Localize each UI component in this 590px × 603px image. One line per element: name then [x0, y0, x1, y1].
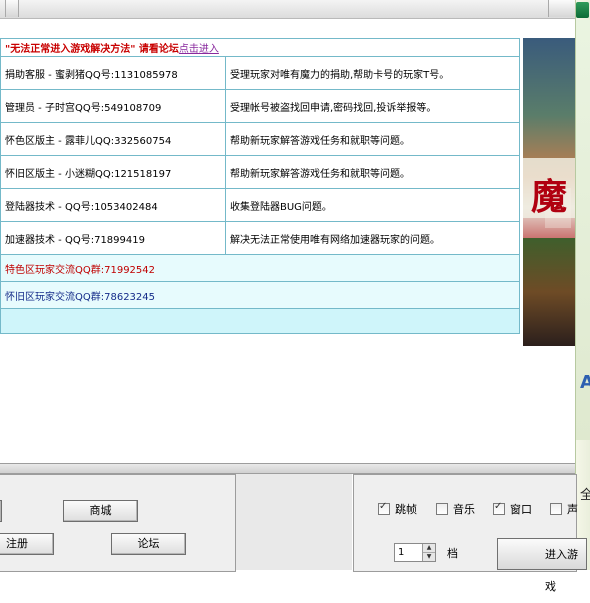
table-row: 怀色区版主 - 露菲儿QQ:332560754 帮助新玩家解答游戏任务和就职等问… — [0, 122, 520, 156]
checkbox-icon[interactable] — [378, 501, 390, 515]
spinner-arrows[interactable]: ▲ ▼ — [422, 544, 435, 561]
contact-desc: 受理帐号被盗找回申请,密码找回,投诉举报等。 — [225, 89, 520, 123]
table-row: 加速器技术 - QQ号:71899419 解决无法正常使用唯有网络加速器玩家的问… — [0, 221, 520, 255]
table-row: 管理员 - 子时宫QQ号:549108709 受理帐号被盗找回申请,密码找回,投… — [0, 89, 520, 123]
gear-spinner[interactable]: 1 ▲ ▼ — [394, 543, 436, 562]
register-button[interactable]: 注册 — [0, 533, 54, 555]
poster-title: 魔 — [531, 176, 568, 218]
checkbox-icon[interactable] — [493, 501, 505, 515]
blank-row — [0, 308, 520, 334]
notice-row: "无法正常进入游戏解决方法" 请看论坛点击进入 — [0, 38, 520, 57]
option-music[interactable]: 音乐 — [436, 501, 475, 517]
divider-bar — [0, 463, 575, 474]
table-row: 捐助客服 - 蜜剥猪QQ号:1131085978 受理玩家对唯有魔力的捐助,帮助… — [0, 56, 520, 90]
contact-desc: 收集登陆器BUG问题。 — [225, 188, 520, 222]
option-label: 声 — [567, 503, 578, 516]
option-sound[interactable]: 声 — [550, 501, 578, 517]
checkbox-icon[interactable] — [550, 503, 562, 515]
contact-role: 登陆器技术 - QQ号:1053402484 — [0, 188, 226, 222]
side-panel-letter: A — [580, 372, 590, 393]
spinner-value: 1 — [398, 547, 405, 558]
forum-button[interactable]: 论坛 — [111, 533, 186, 555]
blank-cell — [0, 308, 520, 334]
enter-game-button[interactable]: 进入游戏 — [497, 538, 587, 593]
contact-desc: 解决无法正常使用唯有网络加速器玩家的问题。 — [225, 221, 520, 255]
hidden-left-button[interactable] — [0, 500, 2, 522]
option-label: 音乐 — [453, 503, 475, 516]
option-label: 窗口 — [510, 503, 532, 516]
app-icon — [576, 2, 589, 18]
contact-role: 怀旧区版主 - 小迷糊QQ:121518197 — [0, 155, 226, 189]
forum-link[interactable]: 点击进入 — [179, 44, 219, 55]
contact-role: 加速器技术 - QQ号:71899419 — [0, 221, 226, 255]
window-top-bar — [0, 0, 576, 19]
arrow-down-icon[interactable]: ▼ — [423, 552, 435, 561]
poster-ground — [523, 238, 575, 346]
option-window[interactable]: 窗口 — [493, 501, 532, 517]
table-row: 登陆器技术 - QQ号:1053402484 收集登陆器BUG问题。 — [0, 188, 520, 222]
middle-panel — [236, 474, 352, 570]
group-row: 特色区玩家交流QQ群:71992542 — [0, 254, 520, 282]
side-panel-char: 全 — [580, 488, 590, 503]
arrow-up-icon[interactable]: ▲ — [423, 544, 435, 552]
group-navy: 怀旧区玩家交流QQ群:78623245 — [0, 281, 520, 309]
window-menu-button[interactable] — [5, 0, 19, 17]
contact-role: 捐助客服 - 蜜剥猪QQ号:1131085978 — [0, 56, 226, 90]
contact-role: 管理员 - 子时宫QQ号:549108709 — [0, 89, 226, 123]
spinner-unit: 档 — [447, 547, 458, 560]
contact-desc: 帮助新玩家解答游戏任务和就职等问题。 — [225, 155, 520, 189]
left-button-panel — [0, 474, 236, 572]
notice-text: "无法正常进入游戏解决方法" 请看论坛 — [5, 44, 179, 55]
contact-desc: 受理玩家对唯有魔力的捐助,帮助卡号的玩家T号。 — [225, 56, 520, 90]
group-row: 怀旧区玩家交流QQ群:78623245 — [0, 281, 520, 309]
notice-cell: "无法正常进入游戏解决方法" 请看论坛点击进入 — [0, 38, 520, 57]
contact-desc: 帮助新玩家解答游戏任务和就职等问题。 — [225, 122, 520, 156]
option-label: 跳帧 — [395, 503, 417, 516]
option-frame-skip[interactable]: 跳帧 — [378, 501, 417, 517]
checkbox-icon[interactable] — [436, 503, 448, 515]
game-poster-image: 魔 — [523, 38, 575, 346]
group-red: 特色区玩家交流QQ群:71992542 — [0, 254, 520, 282]
contact-table: "无法正常进入游戏解决方法" 请看论坛点击进入 捐助客服 - 蜜剥猪QQ号:11… — [0, 38, 520, 334]
table-row: 怀旧区版主 - 小迷糊QQ:121518197 帮助新玩家解答游戏任务和就职等问… — [0, 155, 520, 189]
contact-role: 怀色区版主 - 露菲儿QQ:332560754 — [0, 122, 226, 156]
window-control-button[interactable] — [548, 0, 576, 17]
shop-button[interactable]: 商城 — [63, 500, 138, 522]
